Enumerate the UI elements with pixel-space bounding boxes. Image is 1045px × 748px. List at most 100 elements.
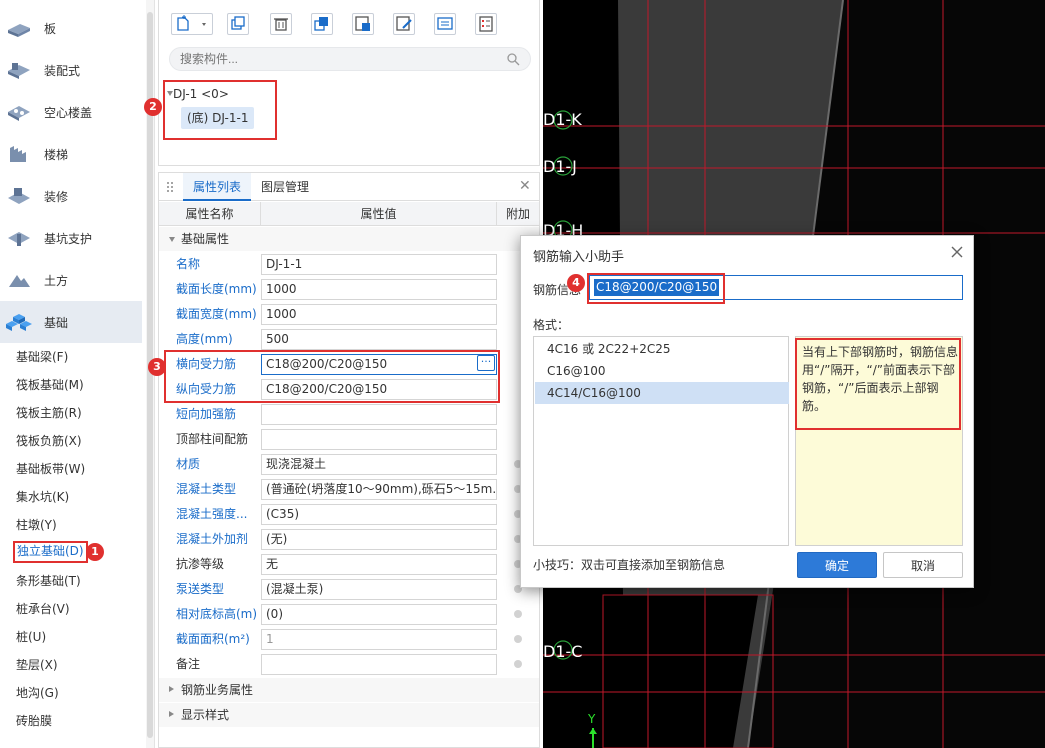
nav-sub-raft-negative-rebar[interactable]: 筏板负筋(X) (16, 432, 82, 450)
component-search-input[interactable] (169, 47, 531, 71)
section-rebar-business[interactable]: 钢筋业务属性 (159, 678, 539, 702)
nav-category-earthwork[interactable]: 土方 (0, 259, 142, 301)
property-value[interactable]: (C35) (261, 504, 497, 525)
section-display-style[interactable]: 显示样式 (159, 703, 539, 727)
extract-button[interactable] (352, 13, 374, 35)
drag-handle-icon[interactable] (166, 181, 174, 193)
close-icon[interactable] (949, 244, 965, 260)
property-value[interactable] (261, 404, 497, 425)
axis-label-j: D1-J (543, 157, 577, 176)
nav-sub-foundation-beam[interactable]: 基础梁(F) (16, 348, 68, 366)
property-panel: 属性列表 图层管理 ✕ 属性名称 属性值 附加 基础属性 名称 DJ-1-1 截面… (158, 172, 540, 748)
property-row-section-area: 截面面积(m²) 1 (159, 627, 539, 652)
property-name: 混凝土强度... (176, 507, 248, 521)
nav-sub-raft-foundation[interactable]: 筏板基础(M) (16, 376, 84, 394)
section-title: 显示样式 (181, 708, 230, 722)
format-label: 格式： (533, 318, 570, 332)
nav-category-slab[interactable]: 板 (0, 7, 142, 49)
batch-edit-button[interactable] (393, 13, 415, 35)
ok-button[interactable]: 确定 (797, 552, 877, 578)
property-name: 混凝土外加剂 (176, 532, 249, 546)
nav-category-label: 板 (44, 21, 57, 36)
property-row-impermeability: 抗渗等级 无 (159, 552, 539, 577)
nav-category-prefab[interactable]: 装配式 (0, 49, 142, 91)
attach-dot[interactable] (514, 635, 522, 643)
property-name: 顶部柱间配筋 (176, 432, 249, 446)
nav-sub-cushion[interactable]: 垫层(X) (16, 656, 58, 674)
section-basic-properties[interactable]: 基础属性 (159, 227, 539, 251)
property-value[interactable] (261, 654, 497, 675)
left-navigation: 板 装配式 空心楼盖 楼梯 装修 基坑支护 土方 基础 基础梁(F) 筏板基础(… (0, 0, 155, 748)
nav-sub-isolated-foundation[interactable]: 独立基础(D) (13, 541, 88, 563)
property-value[interactable] (261, 429, 497, 450)
property-value[interactable]: 500 (261, 329, 497, 350)
property-value[interactable]: 无 (261, 554, 497, 575)
nav-sub-strip-foundation[interactable]: 条形基础(T) (16, 572, 81, 590)
property-value[interactable]: 现浇混凝土 (261, 454, 497, 475)
decoration-icon (8, 188, 30, 204)
format-item-selected[interactable]: 4C14/C16@100 (535, 382, 789, 404)
search-icon[interactable] (506, 52, 520, 66)
nav-category-stairs[interactable]: 楼梯 (0, 133, 142, 175)
property-name: 混凝土类型 (176, 482, 237, 496)
property-value[interactable]: 1000 (261, 304, 497, 325)
property-row-remark: 备注 (159, 652, 539, 677)
nav-category-hollow-floor[interactable]: 空心楼盖 (0, 91, 142, 133)
display-button[interactable] (434, 13, 456, 35)
property-name: 高度(mm) (176, 332, 233, 346)
property-value[interactable]: (无) (261, 529, 497, 550)
nav-category-label: 基坑支护 (44, 231, 93, 246)
tab-layer-management[interactable]: 图层管理 (251, 173, 319, 201)
rebar-input-helper-dialog: 钢筋输入小助手 钢筋信息 C18@200/C20@150 4 格式： 4C16 … (520, 235, 974, 588)
delete-button[interactable] (270, 13, 292, 35)
property-row-short-rebar: 短向加强筋 (159, 402, 539, 427)
property-value[interactable]: DJ-1-1 (261, 254, 497, 275)
y-axis-label: Y (588, 712, 596, 726)
cancel-button[interactable]: 取消 (883, 552, 963, 578)
copy-button[interactable] (227, 13, 249, 35)
property-row-top-column-rebar: 顶部柱间配筋 (159, 427, 539, 452)
format-item[interactable]: 4C16 或 2C22+2C25 (535, 338, 789, 360)
nav-category-foundation[interactable]: 基础 (0, 301, 142, 343)
property-name: 短向加强筋 (176, 407, 237, 421)
expand-icon (169, 711, 174, 717)
section-title: 钢筋业务属性 (181, 683, 254, 697)
property-value[interactable]: (普通砼(坍落度10～90mm),砾石5～15m... (261, 479, 497, 500)
nav-sub-sump-pit[interactable]: 集水坑(K) (16, 488, 69, 506)
component-list-panel: DJ-1 <0> (底) DJ-1-1 (158, 0, 540, 166)
nav-category-pit-support[interactable]: 基坑支护 (0, 217, 142, 259)
nav-category-label: 装配式 (44, 63, 81, 78)
property-row-bottom-elevation: 相对底标高(m) (0) (159, 602, 539, 627)
layer-copy-button[interactable] (311, 13, 333, 35)
attach-dot[interactable] (514, 660, 522, 668)
tip-text: 小技巧：双击可直接添加至钢筋信息 (533, 558, 726, 572)
section-title: 基础属性 (181, 232, 230, 246)
list-icon (479, 16, 493, 32)
new-component-button[interactable] (171, 13, 213, 35)
property-value[interactable]: (混凝土泵) (261, 579, 497, 600)
input-annotation-box (587, 273, 725, 304)
pit-support-icon (8, 232, 30, 246)
extract-icon (355, 16, 370, 31)
annotation-badge-2: 2 (144, 98, 162, 116)
hint-annotation-box (795, 338, 961, 430)
format-item[interactable]: C16@100 (535, 360, 789, 382)
earthwork-icon (9, 275, 30, 287)
nav-sub-pile[interactable]: 桩(U) (16, 628, 46, 646)
nav-sub-column-pier[interactable]: 柱墩(Y) (16, 516, 57, 534)
list-button[interactable] (475, 13, 497, 35)
attach-dot[interactable] (514, 610, 522, 618)
tab-property-list[interactable]: 属性列表 (183, 173, 252, 201)
foundation-icon (6, 314, 32, 331)
header-name: 属性名称 (159, 202, 261, 226)
close-icon[interactable]: ✕ (519, 178, 531, 194)
nav-sub-raft-main-rebar[interactable]: 筏板主筋(R) (16, 404, 82, 422)
nav-sub-pile-cap[interactable]: 桩承台(V) (16, 600, 70, 618)
property-value[interactable]: (0) (261, 604, 497, 625)
property-value[interactable]: 1000 (261, 279, 497, 300)
nav-sub-trench[interactable]: 地沟(G) (16, 684, 59, 702)
nav-sub-brick-membrane[interactable]: 砖胎膜 (16, 712, 52, 730)
layer-copy-icon (314, 17, 328, 31)
nav-sub-foundation-strip[interactable]: 基础板带(W) (16, 460, 85, 478)
nav-category-decoration[interactable]: 装修 (0, 175, 142, 217)
